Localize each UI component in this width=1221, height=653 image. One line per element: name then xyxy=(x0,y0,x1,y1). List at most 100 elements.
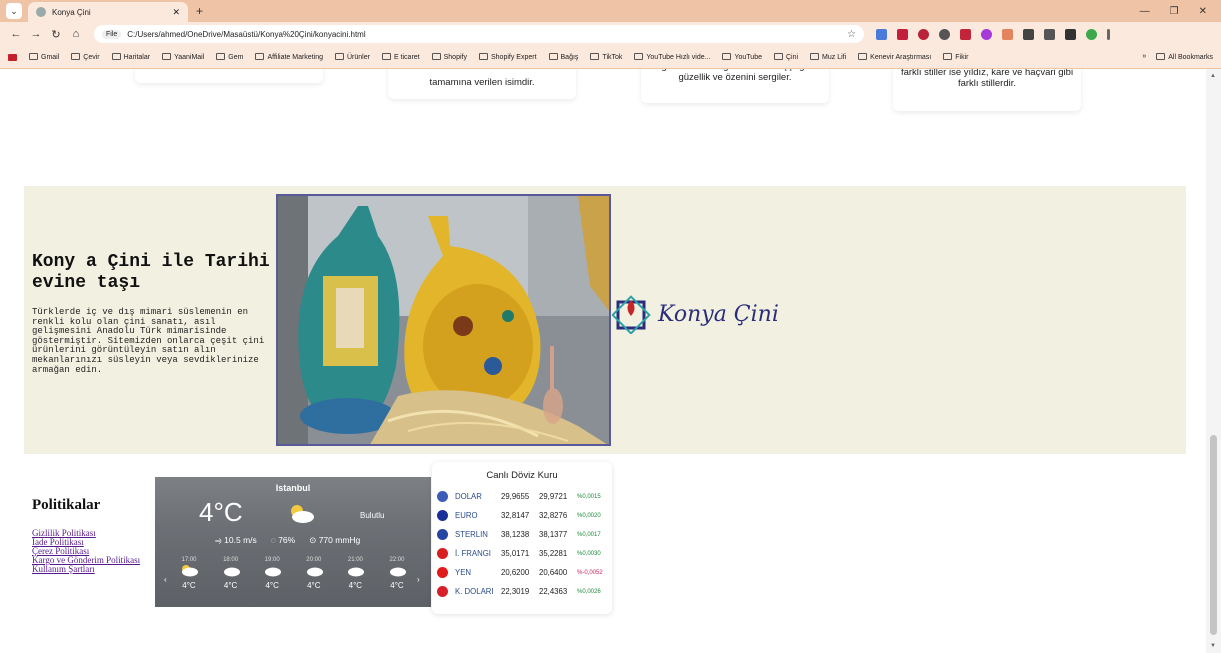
address-chip[interactable]: File xyxy=(102,29,122,39)
bookmarks-right: » All Bookmarks xyxy=(1142,53,1213,61)
tab-search-icon[interactable]: ⌄ xyxy=(6,3,22,19)
back-icon[interactable]: ← xyxy=(6,28,26,40)
bookmark-item[interactable]: Affiliate Marketing xyxy=(255,53,323,61)
puzzle-icon[interactable] xyxy=(1023,28,1034,40)
bookmark-label: Shopify xyxy=(443,54,467,61)
bookmark-item[interactable]: Shopify Expert xyxy=(478,53,537,61)
flag-icon xyxy=(437,491,448,502)
address-url: C:/Users/ahmed/OneDrive/Masaüstü/Konya%2… xyxy=(127,29,366,39)
forward-icon[interactable]: → xyxy=(26,28,46,40)
reload-icon[interactable]: ↻ xyxy=(46,28,66,41)
more-bookmarks-icon[interactable]: » xyxy=(1142,53,1146,61)
wind-value: 10.5 m/s xyxy=(224,535,257,545)
bookmark-item[interactable]: Muz Lifi xyxy=(810,53,846,61)
profile-avatar[interactable] xyxy=(1086,28,1097,40)
flag-icon xyxy=(437,510,448,521)
bookmark-star-icon[interactable]: ☆ xyxy=(847,29,856,40)
scrollbar-thumb[interactable] xyxy=(1210,435,1217,635)
bookmark-item[interactable]: Çini xyxy=(773,53,798,61)
weather-city: Istanbul xyxy=(275,483,311,493)
currency-change: %0,0015 xyxy=(577,493,601,500)
all-bookmarks[interactable]: All Bookmarks xyxy=(1156,53,1213,61)
weather-next-icon[interactable]: › xyxy=(417,575,420,584)
card-text: farklı stiller ise yıldız, kare ve haçva… xyxy=(900,69,1074,89)
home-icon[interactable]: ⌂ xyxy=(66,28,86,40)
extension-icon[interactable] xyxy=(1002,28,1013,40)
extension-icon[interactable] xyxy=(939,28,950,40)
folder-icon xyxy=(810,53,820,60)
downloads-icon[interactable] xyxy=(1044,28,1055,40)
vase-illustration xyxy=(278,196,609,444)
currency-row: YEN 20,6200 20,6400 %-0,0052 xyxy=(437,563,609,582)
bookmark-item[interactable]: Shopify xyxy=(431,53,467,61)
bookmark-item[interactable]: Çevir xyxy=(71,53,100,61)
folder-icon xyxy=(216,53,226,60)
extension-icon[interactable] xyxy=(897,28,908,40)
menu-icon[interactable] xyxy=(1107,28,1110,40)
currency-sell: 22,4363 xyxy=(539,587,568,596)
extension-icon[interactable] xyxy=(918,28,929,40)
side-panel-icon[interactable] xyxy=(1065,28,1076,40)
extension-icon[interactable] xyxy=(960,28,971,40)
bookmark-item[interactable]: Kenevir Araştırması xyxy=(858,53,931,61)
currency-buy: 32,8147 xyxy=(501,511,530,520)
extension-icon[interactable] xyxy=(981,28,992,40)
currency-flag xyxy=(437,506,453,525)
bookmark-item[interactable]: Fikir xyxy=(943,53,968,61)
weather-prev-icon[interactable]: ‹ xyxy=(164,575,167,584)
bookmark-label: Gem xyxy=(228,54,244,61)
currency-row: STERLIN 38,1238 38,1377 %0,0017 xyxy=(437,525,609,544)
card-text: değerlendirilir ve geleneksel el işçiliğ… xyxy=(651,69,819,83)
folder-icon xyxy=(478,53,488,60)
bookmark-label: Haritalar xyxy=(123,54,151,61)
hour-temp: 4°C xyxy=(307,581,321,590)
bookmark-item[interactable]: Gem xyxy=(216,53,243,61)
restore-icon[interactable]: ❐ xyxy=(1170,6,1179,17)
currency-row: K. DOLARI 22,3019 22,4363 %0,0026 xyxy=(437,582,609,601)
hour-forecast: 22:00 4°C xyxy=(379,557,415,590)
tab-active[interactable]: Konya Çini ✕ xyxy=(28,2,188,22)
close-tab-icon[interactable]: ✕ xyxy=(172,7,180,18)
bookmark-label: YaaniMail xyxy=(174,54,205,61)
minimize-icon[interactable]: — xyxy=(1140,6,1150,17)
currency-sell: 20,6400 xyxy=(539,568,568,577)
bookmark-item[interactable]: E ticaret xyxy=(381,53,420,61)
bookmark-item[interactable]: YouTube Hızlı vide... xyxy=(634,53,710,61)
close-window-icon[interactable]: ✕ xyxy=(1199,6,1207,17)
currency-buy: 35,0171 xyxy=(501,549,530,558)
policy-link-terms[interactable]: Kullanım Şartları xyxy=(32,565,140,574)
folder-icon xyxy=(773,53,783,60)
folder-icon xyxy=(548,53,558,60)
extension-icon[interactable] xyxy=(876,28,887,40)
flag-icon xyxy=(437,567,448,578)
bookmark-item[interactable]: YouTube xyxy=(722,53,762,61)
bookmarks-bar: Gmail Çevir Haritalar YaaniMail Gem Affiliate… xyxy=(0,46,1221,68)
apps-icon[interactable] xyxy=(8,53,17,61)
currency-sell: 35,2281 xyxy=(539,549,568,558)
currency-change: %0,0020 xyxy=(577,512,601,519)
currency-row: İ. FRANGI 35,0171 35,2281 %0,0030 xyxy=(437,544,609,563)
folder-icon xyxy=(71,53,81,60)
bookmark-item[interactable]: YaaniMail xyxy=(162,53,204,61)
bookmark-label: YouTube xyxy=(734,54,762,61)
bookmark-label: Kenevir Araştırması xyxy=(870,54,932,61)
new-tab-button[interactable]: + xyxy=(196,4,203,18)
currency-row: DOLAR 29,9655 29,9721 %0,0015 xyxy=(437,487,609,506)
browser-chrome: ⌄ Konya Çini ✕ + — ❐ ✕ ← → ↻ ⌂ File C:/U… xyxy=(0,0,1221,69)
bookmark-item[interactable]: Bağış xyxy=(548,53,579,61)
bookmark-item[interactable]: Ürünler xyxy=(334,53,370,61)
currency-widget: Canlı Döviz Kuru DOLAR 29,9655 29,9721 %0,0… xyxy=(432,462,612,614)
bookmark-item[interactable]: Gmail xyxy=(29,53,59,61)
currency-flag xyxy=(437,525,453,544)
folder-icon xyxy=(634,53,644,60)
address-bar[interactable]: File C:/Users/ahmed/OneDrive/Masaüstü/Ko… xyxy=(94,25,864,43)
feature-card: tamamına verilen isimdir. xyxy=(388,69,576,99)
weather-temp: 4°C xyxy=(199,497,243,527)
page-scrollbar[interactable]: ▲ ▼ xyxy=(1206,69,1221,653)
bookmark-item[interactable]: Haritalar xyxy=(111,53,151,61)
bookmark-label: Bağış xyxy=(560,54,579,61)
scroll-down-icon[interactable]: ▼ xyxy=(1210,643,1216,649)
feature-card xyxy=(135,69,323,83)
bookmark-item[interactable]: TikTok xyxy=(590,53,622,61)
scroll-up-icon[interactable]: ▲ xyxy=(1210,73,1216,79)
